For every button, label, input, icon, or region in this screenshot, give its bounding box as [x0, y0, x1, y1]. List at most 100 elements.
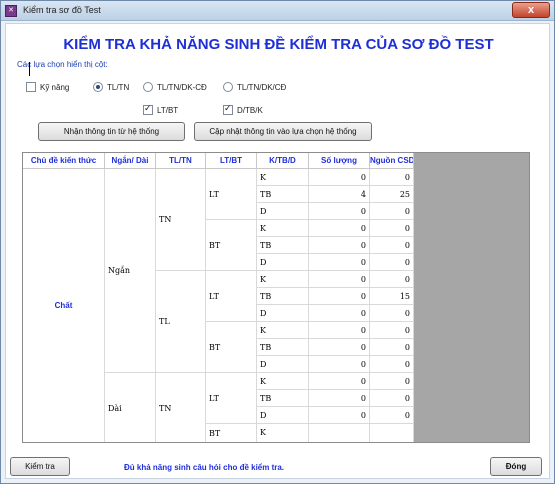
count-cell[interactable]: 0 — [309, 390, 370, 407]
app-window: ✕ Kiểm tra sơ đồ Test x KIỂM TRA KHẢ NĂN… — [0, 0, 555, 484]
column-header[interactable]: Ngắn/ Dài — [105, 153, 156, 169]
column-header[interactable]: Nguồn CSDL — [370, 153, 414, 169]
status-message: Đủ khả năng sinh câu hỏi cho đề kiểm tra… — [124, 463, 285, 472]
d-tb-k-checkbox[interactable]: D/TB/K — [223, 103, 263, 115]
title-bar: ✕ Kiểm tra sơ đồ Test x — [1, 1, 554, 21]
count-cell[interactable]: 0 — [309, 288, 370, 305]
radio-icon — [143, 82, 153, 92]
ltbt-cell[interactable]: BT — [206, 220, 257, 271]
type-cell[interactable]: TL — [156, 271, 206, 373]
radio-tl-tn-dk-cd-2[interactable]: TL/TN/DK/CĐ — [223, 82, 286, 92]
topic-cell[interactable]: Chất — [23, 169, 105, 442]
source-cell[interactable]: 0 — [370, 407, 414, 424]
source-cell[interactable]: 0 — [370, 271, 414, 288]
count-cell[interactable]: 0 — [309, 322, 370, 339]
page-title: KIỂM TRA KHẢ NĂNG SINH ĐỀ KIỂM TRA CỦA S… — [63, 36, 494, 53]
column-header[interactable]: Chủ đề kiến thức — [23, 153, 105, 169]
ltbt-cell[interactable]: LT — [206, 373, 257, 424]
level-cell[interactable]: K — [257, 424, 309, 442]
count-cell[interactable]: 0 — [309, 339, 370, 356]
ltbt-cell[interactable]: LT — [206, 169, 257, 220]
radio-tl-tn[interactable]: TL/TN — [93, 82, 129, 92]
app-icon: ✕ — [5, 5, 17, 17]
checkbox-icon — [223, 103, 233, 115]
level-cell[interactable]: D — [257, 305, 309, 322]
d-tb-k-label: D/TB/K — [237, 105, 263, 115]
level-cell[interactable]: TB — [257, 237, 309, 254]
source-cell[interactable]: 15 — [370, 288, 414, 305]
source-cell[interactable]: 0 — [370, 339, 414, 356]
count-cell[interactable]: 0 — [309, 305, 370, 322]
data-grid: Chủ đề kiến thức Ngắn/ Dài TL/TN LT/BT K… — [22, 152, 530, 443]
radio-tl-tn-dk-cd-label: TL/TN/DK-CĐ — [157, 82, 207, 92]
ky-nang-checkbox[interactable]: Kỹ năng — [26, 82, 69, 92]
options-label: Các lựa chọn hiển thị cột: — [17, 60, 108, 69]
radio-tl-tn-dk-cd[interactable]: TL/TN/DK-CĐ — [143, 82, 207, 92]
count-cell[interactable] — [309, 424, 370, 442]
window-title: Kiểm tra sơ đồ Test — [23, 5, 101, 15]
checkbox-icon — [143, 103, 153, 115]
level-cell[interactable]: K — [257, 169, 309, 186]
source-cell[interactable] — [370, 424, 414, 442]
source-cell[interactable]: 0 — [370, 169, 414, 186]
radio-tl-tn-dk-cd-2-label: TL/TN/DK/CĐ — [237, 82, 287, 92]
source-cell[interactable]: 0 — [370, 237, 414, 254]
column-header[interactable]: K/TB/D — [257, 153, 309, 169]
level-cell[interactable]: TB — [257, 288, 309, 305]
count-cell[interactable]: 0 — [309, 220, 370, 237]
column-header[interactable]: TL/TN — [156, 153, 206, 169]
count-cell[interactable]: 0 — [309, 356, 370, 373]
lt-bt-checkbox[interactable]: LT/BT — [143, 103, 179, 115]
source-cell[interactable]: 25 — [370, 186, 414, 203]
count-cell[interactable]: 0 — [309, 407, 370, 424]
radio-tl-tn-label: TL/TN — [107, 82, 130, 92]
column-header[interactable]: Số lượng — [309, 153, 370, 169]
column-header[interactable]: LT/BT — [206, 153, 257, 169]
ky-nang-label: Kỹ năng — [40, 82, 70, 92]
lt-bt-label: LT/BT — [157, 105, 179, 115]
text-cursor-icon — [29, 62, 30, 76]
count-cell[interactable]: 0 — [309, 203, 370, 220]
level-cell[interactable]: K — [257, 322, 309, 339]
length-cell[interactable]: Ngắn — [105, 169, 156, 373]
close-button[interactable]: Đóng — [490, 457, 542, 476]
checkbox-icon — [26, 82, 36, 92]
count-cell[interactable]: 0 — [309, 271, 370, 288]
level-cell[interactable]: K — [257, 373, 309, 390]
radio-icon — [93, 82, 103, 92]
level-cell[interactable]: K — [257, 271, 309, 288]
level-cell[interactable]: TB — [257, 339, 309, 356]
check-button[interactable]: Kiểm tra — [10, 457, 70, 476]
source-cell[interactable]: 0 — [370, 373, 414, 390]
level-cell[interactable]: D — [257, 356, 309, 373]
level-cell[interactable]: TB — [257, 390, 309, 407]
type-cell[interactable]: TN — [156, 373, 206, 442]
count-cell[interactable]: 0 — [309, 254, 370, 271]
grid-body: Chủ đề kiến thức Ngắn/ Dài TL/TN LT/BT K… — [23, 153, 414, 442]
source-cell[interactable]: 0 — [370, 305, 414, 322]
update-selection-button[interactable]: Cập nhật thông tin vào lựa chọn hệ thống — [194, 122, 372, 141]
ltbt-cell[interactable]: BT — [206, 322, 257, 373]
level-cell[interactable]: D — [257, 407, 309, 424]
count-cell[interactable]: 0 — [309, 373, 370, 390]
fetch-from-system-button[interactable]: Nhận thông tin từ hệ thống — [38, 122, 185, 141]
level-cell[interactable]: TB — [257, 186, 309, 203]
source-cell[interactable]: 0 — [370, 390, 414, 407]
length-cell[interactable]: Dài — [105, 373, 156, 442]
count-cell[interactable]: 0 — [309, 237, 370, 254]
source-cell[interactable]: 0 — [370, 220, 414, 237]
level-cell[interactable]: D — [257, 203, 309, 220]
level-cell[interactable]: D — [257, 254, 309, 271]
level-cell[interactable]: K — [257, 220, 309, 237]
source-cell[interactable]: 0 — [370, 203, 414, 220]
source-cell[interactable]: 0 — [370, 322, 414, 339]
type-cell[interactable]: TN — [156, 169, 206, 271]
source-cell[interactable]: 0 — [370, 254, 414, 271]
ltbt-cell[interactable]: BT — [206, 424, 257, 442]
window-close-button[interactable]: x — [512, 2, 550, 18]
ltbt-cell[interactable]: LT — [206, 271, 257, 322]
radio-icon — [223, 82, 233, 92]
count-cell[interactable]: 4 — [309, 186, 370, 203]
count-cell[interactable]: 0 — [309, 169, 370, 186]
source-cell[interactable]: 0 — [370, 356, 414, 373]
